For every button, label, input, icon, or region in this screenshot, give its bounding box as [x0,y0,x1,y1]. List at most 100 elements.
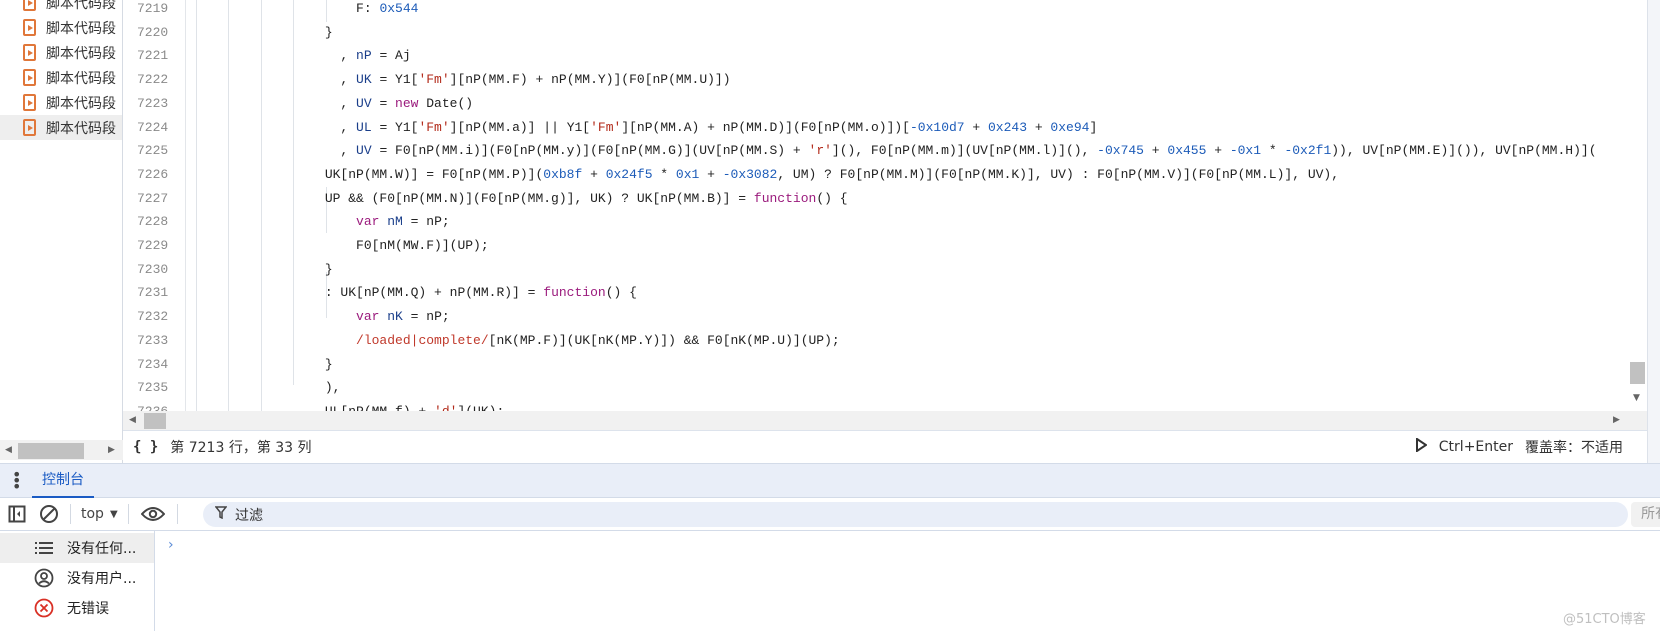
code-line[interactable]: } [200,258,333,282]
code-token: } [200,24,333,40]
scroll-right-icon[interactable]: ▶ [108,445,115,455]
code-token: = nP; [402,309,450,325]
filter-input[interactable]: 过滤 [203,502,1628,527]
code-token: nP [356,48,372,64]
snippet-file-icon [23,44,36,61]
console-prompt-icon[interactable]: › [168,537,174,553]
code-line[interactable]: F: 0x544 [200,0,418,21]
code-line[interactable]: var nK = nP; [200,305,450,329]
line-number[interactable]: 7234 [137,353,168,377]
code-token: -0x2f1 [1284,143,1332,159]
code-token: 0x1 [675,166,700,182]
code-line[interactable]: ), [200,376,341,400]
code-token: ][nP(MM.F) + nP(MM.Y)](F0[nP(MM.U)]) [449,72,731,88]
sidebar-item-snippet[interactable]: 脚本代码段 [0,15,122,40]
code-line[interactable]: /loaded|complete/[nK(MP.F)](UK[nK(MP.Y)]… [200,329,840,353]
run-shortcut[interactable]: Ctrl+Enter [1439,439,1513,455]
editor-vertical-scrollbar[interactable]: ▼ [1627,0,1647,411]
scroll-left-icon[interactable]: ◀ [5,445,12,455]
code-line[interactable]: var nM = nP; [200,210,450,234]
code-line[interactable]: } [200,21,333,45]
line-number[interactable]: 7221 [137,44,168,68]
code-token: + [582,166,606,182]
code-line[interactable]: UL[nP(MM.f) + 'd'](UK); [200,400,504,411]
code-line[interactable]: , UL = Y1['Fm'][nP(MM.a)] || Y1['Fm'][nP… [200,116,1097,140]
scroll-down-icon[interactable]: ▼ [1633,393,1640,403]
code-token: * [1261,143,1285,159]
code-token: 0xb8f [543,166,583,182]
sidebar-item-snippet[interactable]: 脚本代码段 [0,40,122,65]
scrollbar-thumb[interactable] [1630,362,1645,384]
sidebar-item-user-messages[interactable]: 没有用户... [0,563,154,593]
code-line[interactable]: F0[nM(MW.F)](UP); [200,234,489,258]
sidebar-item-snippet[interactable]: 脚本代码段 [0,90,122,115]
console-sidebar: 没有任何... 没有用户... 无错误 [0,531,155,631]
dropdown-arrow-icon: ▼ [109,508,118,520]
divider [176,504,178,524]
code-token: 'Fm' [590,119,622,135]
play-icon[interactable] [1415,437,1428,456]
context-selector[interactable]: top ▼ [77,506,122,522]
code-line[interactable]: } [200,353,333,377]
sidebar-item-errors[interactable]: 无错误 [0,593,154,623]
divider [127,504,129,524]
code-token: = Aj [371,48,411,64]
line-number[interactable]: 7225 [137,139,168,163]
line-number[interactable]: 7219 [137,0,168,21]
more-options-icon[interactable]: • • • [12,467,21,495]
log-levels-dropdown[interactable]: 所有级别 [1631,502,1660,527]
code-line[interactable]: : UK[nP(MM.Q) + nP(MM.R)] = function() { [200,281,637,305]
line-number[interactable]: 7228 [137,210,168,234]
sidebar-toggle-icon[interactable] [0,505,34,523]
scrollbar-thumb[interactable] [144,413,166,429]
snippet-file-icon [23,119,36,136]
code-line[interactable]: UK[nP(MM.W)] = F0[nP(MM.P)](0xb8f + 0x24… [200,163,1339,187]
code-token: nM [387,214,403,230]
line-number[interactable]: 7227 [137,187,168,211]
sidebar-item-messages[interactable]: 没有任何... [0,533,154,563]
line-number[interactable]: 7232 [137,305,168,329]
line-number[interactable]: 7231 [137,281,168,305]
sidebar-item-snippet[interactable]: 脚本代码段 [0,115,122,140]
code-token: = Y1[ [371,119,419,135]
snippet-file-icon [23,19,36,36]
code-line[interactable]: , nP = Aj [200,44,411,68]
line-number[interactable]: 7226 [137,163,168,187]
line-number[interactable]: 7223 [137,92,168,116]
scroll-left-icon[interactable]: ◀ [129,415,136,425]
tab-console[interactable]: 控制台 [32,464,94,498]
code-token: ][nP(MM.a)] || Y1[ [449,119,591,135]
line-number[interactable]: 7224 [137,116,168,140]
code-token: = Y1[ [371,72,419,88]
code-line[interactable]: , UV = new Date() [200,92,473,116]
line-number[interactable]: 7220 [137,21,168,45]
sidebar-item-snippet[interactable]: 脚本代码段 [0,0,122,15]
code-line[interactable]: UP && (F0[nP(MM.N)](F0[nP(MM.g)], UK) ? … [200,187,848,211]
clear-console-icon[interactable] [34,504,64,524]
code-token: 'r' [808,143,832,159]
scroll-right-icon[interactable]: ▶ [1613,415,1620,425]
line-number[interactable]: 7230 [137,258,168,282]
line-number[interactable]: 7235 [137,376,168,400]
code-token: 0x544 [379,1,419,16]
coverage-status: 覆盖率：不适用 [1525,440,1623,456]
code-token: var [356,309,380,325]
line-number[interactable]: 7236 [137,400,168,411]
scrollbar-thumb[interactable] [18,443,84,459]
code-token: , [200,119,357,135]
editor-horizontal-scrollbar[interactable]: ◀ ▶ [123,411,1647,430]
eye-icon[interactable] [135,506,171,522]
code-line[interactable]: , UV = F0[nP(MM.i)](F0[nP(MM.y)](F0[nP(M… [200,139,1596,163]
code-token: UV [356,143,372,159]
code-token: UL [356,119,372,135]
line-number[interactable]: 7222 [137,68,168,92]
sidebar-item-snippet[interactable]: 脚本代码段 [0,65,122,90]
line-number[interactable]: 7233 [137,329,168,353]
braces-icon[interactable]: { } [133,439,158,455]
code-line[interactable]: , UK = Y1['Fm'][nP(MM.F) + nP(MM.Y)](F0[… [200,68,731,92]
sidebar-horizontal-scrollbar[interactable]: ◀ ▶ [0,440,123,460]
context-label: top [81,506,104,522]
code-editor[interactable]: 7219 F: 0x544 7220 } 7221 , nP = Aj 7222 , … [123,0,1647,411]
line-number[interactable]: 7229 [137,234,168,258]
